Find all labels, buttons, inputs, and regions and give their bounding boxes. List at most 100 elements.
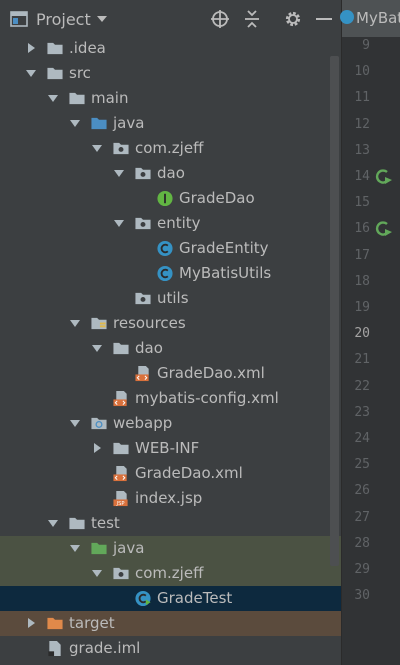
- line-number: 20: [354, 326, 370, 342]
- svg-text:JSP: JSP: [116, 501, 125, 507]
- tree-row-test-com-zjeff[interactable]: com.zjeff: [0, 561, 341, 586]
- chevron-down-icon[interactable]: [47, 92, 59, 104]
- tree-row-res-dao[interactable]: dao: [0, 336, 341, 361]
- line-number: 25: [354, 457, 370, 473]
- tree-row-grade-iml[interactable]: grade.iml: [0, 636, 341, 661]
- line-number-gutter: 9 10 11 12 13 14 15 16 17 18 19 20 21 22 23 24 25 26 27 28 2…: [342, 36, 400, 665]
- editor-area: MyBat 9 10 11 12 13 14 15 16 17 18 19 20 21 22 23 24 25 2…: [340, 0, 400, 665]
- tree-row-target[interactable]: target: [0, 611, 341, 636]
- tree-scrollbar[interactable]: [330, 56, 339, 566]
- interface-icon: [157, 190, 173, 207]
- tree-item-label: java: [113, 539, 145, 557]
- run-test-icon[interactable]: [375, 168, 393, 186]
- tree-item-label: grade.iml: [69, 639, 141, 657]
- chevron-down-icon[interactable]: [25, 67, 37, 79]
- line-number: 28: [354, 535, 370, 551]
- class-icon: [157, 265, 173, 282]
- tree-row-web-gradedao-xml[interactable]: GradeDao.xml: [0, 461, 341, 486]
- chevron-down-icon[interactable]: [91, 567, 103, 579]
- xml-file-icon: [113, 465, 127, 482]
- tree-row-gradedao-xml[interactable]: GradeDao.xml: [0, 361, 341, 386]
- chevron-right-icon[interactable]: [25, 617, 37, 629]
- class-icon: [157, 240, 173, 257]
- line-number: 29: [354, 562, 370, 577]
- tree-item-label: .idea: [69, 39, 106, 57]
- line-number: 30: [354, 588, 370, 604]
- tree-row-webapp[interactable]: webapp: [0, 411, 341, 436]
- chevron-down-icon[interactable]: [113, 217, 125, 229]
- tree-row-test[interactable]: test: [0, 511, 341, 536]
- line-number: 22: [354, 378, 370, 394]
- folder-icon: [113, 442, 129, 455]
- chevron-down-icon[interactable]: [69, 317, 81, 329]
- line-number: 15: [354, 195, 370, 211]
- project-view-selector[interactable]: Project: [10, 7, 107, 31]
- line-number: 14: [354, 169, 370, 184]
- chevron-down-icon[interactable]: [69, 542, 81, 554]
- chevron-right-icon[interactable]: [91, 442, 103, 454]
- project-panel-header: Project: [0, 0, 341, 37]
- tree-row-java[interactable]: java: [0, 111, 341, 136]
- tree-item-label: com.zjeff: [135, 564, 204, 582]
- tree-row-web-inf[interactable]: WEB-INF: [0, 436, 341, 461]
- tree-item-label: utils: [157, 289, 189, 307]
- tree-row-gradetest[interactable]: GradeTest: [0, 586, 341, 611]
- class-icon: [340, 10, 354, 24]
- tree-row-src[interactable]: src: [0, 61, 341, 86]
- tree-item-label: entity: [157, 214, 201, 232]
- tree-row-idea-folder[interactable]: .idea: [0, 36, 341, 61]
- tree-row-main[interactable]: main: [0, 86, 341, 111]
- tree-row-gradeentity[interactable]: GradeEntity: [0, 236, 341, 261]
- tree-item-label: java: [113, 114, 145, 132]
- tree-row-mybatis-config[interactable]: mybatis-config.xml: [0, 386, 341, 411]
- resources-folder-icon: [91, 317, 107, 330]
- tree-item-label: index.jsp: [135, 489, 203, 507]
- excluded-folder-icon: [47, 617, 63, 630]
- chevron-down-icon[interactable]: [91, 342, 103, 354]
- run-test-icon[interactable]: [375, 220, 393, 238]
- test-folder-icon: [91, 542, 107, 555]
- source-folder-icon: [91, 117, 107, 130]
- iml-file-icon: [48, 640, 61, 657]
- chevron-down-icon[interactable]: [69, 117, 81, 129]
- tree-item-label: webapp: [113, 414, 173, 432]
- tree-row-com-zjeff[interactable]: com.zjeff: [0, 136, 341, 161]
- line-number: 21: [354, 352, 370, 368]
- tree-row-gradedao[interactable]: GradeDao: [0, 186, 341, 211]
- chevron-down-icon: [96, 16, 107, 22]
- line-number: 16: [354, 221, 370, 237]
- tree-row-entity[interactable]: entity: [0, 211, 341, 236]
- tree-item-label: resources: [113, 314, 186, 332]
- folder-icon: [113, 342, 129, 355]
- line-number: 13: [354, 142, 370, 158]
- locate-file-button[interactable]: [209, 8, 231, 30]
- tree-item-label: MyBatisUtils: [179, 264, 272, 282]
- project-tool-window: Project .idea src main java com.zjeff da…: [0, 0, 341, 665]
- line-number: 26: [354, 483, 370, 499]
- test-class-icon: [135, 590, 151, 607]
- chevron-down-icon[interactable]: [91, 142, 103, 154]
- chevron-down-icon[interactable]: [113, 167, 125, 179]
- chevron-down-icon[interactable]: [69, 417, 81, 429]
- tree-row-test-java[interactable]: java: [0, 536, 341, 561]
- tree-row-mybatisutils[interactable]: MyBatisUtils: [0, 261, 341, 286]
- chevron-right-icon[interactable]: [25, 42, 37, 54]
- jsp-file-icon: JSP: [113, 490, 128, 507]
- tree-row-resources[interactable]: resources: [0, 311, 341, 336]
- package-icon: [113, 142, 129, 155]
- settings-button[interactable]: [282, 8, 304, 30]
- tree-item-label: src: [69, 64, 91, 82]
- tree-item-label: GradeTest: [157, 589, 233, 607]
- tree-item-label: main: [91, 89, 129, 107]
- tree-item-label: dao: [157, 164, 185, 182]
- collapse-all-button[interactable]: [241, 8, 263, 30]
- tree-row-dao[interactable]: dao: [0, 161, 341, 186]
- line-number: 12: [354, 116, 370, 132]
- xml-file-icon: [135, 365, 149, 382]
- tree-row-index-jsp[interactable]: JSP index.jsp: [0, 486, 341, 511]
- tree-row-utils[interactable]: utils: [0, 286, 341, 311]
- hide-panel-button[interactable]: [313, 8, 335, 30]
- editor-tab[interactable]: MyBat: [340, 0, 400, 37]
- chevron-down-icon[interactable]: [47, 517, 59, 529]
- tree-item-label: GradeDao: [179, 189, 255, 207]
